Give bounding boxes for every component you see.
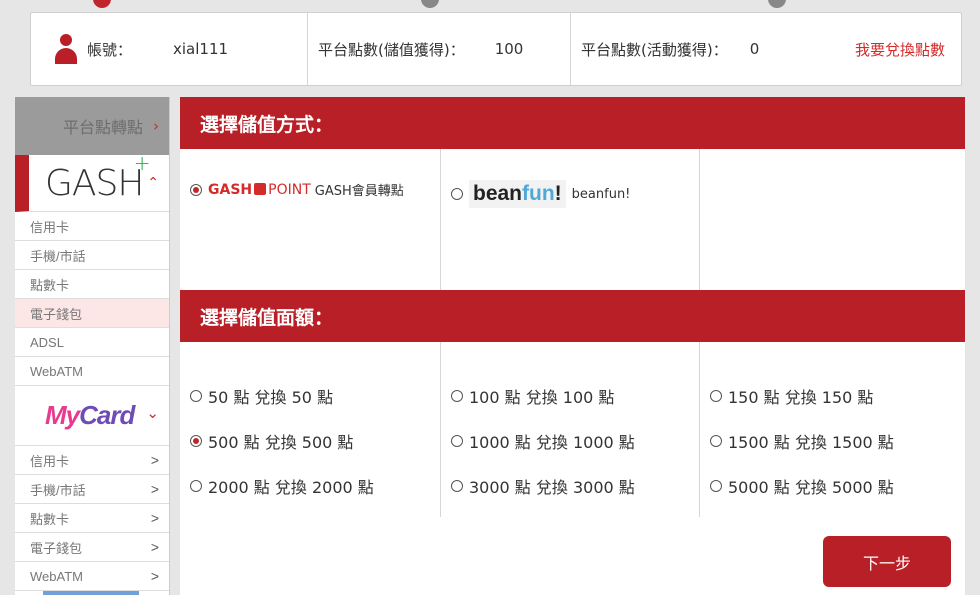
radio[interactable]: [710, 389, 722, 402]
amount-grid: 50 點 兌換 50 點 500 點 兌換 500 點 2000 點 兌換 20…: [180, 342, 965, 517]
amount-column: 150 點 兌換 150 點 1500 點 兌換 1500 點 5000 點 兌…: [700, 342, 965, 517]
event-points-cell: 平台點數(活動獲得)： 0 我要兌換點數: [571, 13, 961, 85]
stored-points-label: 平台點數(儲值獲得)：: [318, 40, 465, 59]
amount-option[interactable]: 1000 點 兌換 1000 點: [451, 418, 699, 463]
amount-option[interactable]: 150 點 兌換 150 點: [710, 373, 965, 418]
amount-section-title: 選擇儲值面額：: [180, 290, 965, 342]
sidebar-item-gash-credit-card[interactable]: 信用卡: [15, 212, 169, 241]
method-cell: GASH POINT GASH會員轉點: [180, 149, 441, 290]
sidebar-item-gash-phone[interactable]: 手機/市話: [15, 241, 169, 270]
stored-points-cell: 平台點數(儲值獲得)： 100: [308, 13, 571, 85]
user-icon: [55, 34, 77, 64]
account-info-bar: 帳號： xial111 平台點數(儲值獲得)： 100 平台點數(活動獲得)： …: [30, 12, 962, 86]
radio[interactable]: [710, 479, 722, 492]
gash-logo: GASH +: [45, 150, 150, 204]
amount-column: 100 點 兌換 100 點 1000 點 兌換 1000 點 3000 點 兌…: [441, 342, 700, 517]
event-points-label: 平台點數(活動獲得)：: [581, 40, 728, 59]
chevron-right-icon: >: [150, 481, 159, 497]
event-points-value: 0: [749, 40, 760, 58]
sidebar: 平台點轉點 › GASH + ⌃ 信用卡 手機/市話 點數卡 電子錢包 ADSL …: [15, 97, 170, 595]
radio[interactable]: [451, 188, 463, 200]
sidebar-item-mycard-point-card[interactable]: 點數卡 >: [15, 504, 169, 533]
chevron-down-icon: ⌄: [146, 404, 159, 422]
step-dot: [421, 0, 439, 8]
radio-selected[interactable]: [190, 434, 202, 447]
method-cell-empty: [700, 149, 965, 290]
radio-selected[interactable]: [190, 183, 202, 196]
method-grid: GASH POINT GASH會員轉點 beanfun! beanfun!: [180, 149, 965, 290]
chevron-up-icon: ⌃: [147, 175, 159, 191]
chevron-right-icon: >: [150, 568, 159, 584]
amount-option[interactable]: 100 點 兌換 100 點: [451, 373, 699, 418]
step-dot: [768, 0, 786, 8]
method-cell: beanfun! beanfun!: [441, 149, 700, 290]
sidebar-group-gash[interactable]: GASH + ⌃: [15, 150, 169, 212]
sidebar-group-mycard[interactable]: MyCard ⌄: [15, 386, 169, 446]
exchange-points-link[interactable]: 我要兌換點數: [855, 39, 945, 60]
sidebar-item-gash-webatm[interactable]: WebATM: [15, 357, 169, 386]
sidebar-item-platform-transfer[interactable]: 平台點轉點 ›: [15, 97, 169, 155]
chevron-right-icon: >: [150, 452, 159, 468]
account-cell: 帳號： xial111: [31, 13, 308, 85]
next-step-button[interactable]: 下一步: [823, 536, 951, 587]
beanfun-logo: beanfun!: [469, 180, 566, 208]
amount-option[interactable]: 1500 點 兌換 1500 點: [710, 418, 965, 463]
next-group-logo-fragment: [43, 591, 139, 595]
sidebar-item-mycard-ewallet[interactable]: 電子錢包 >: [15, 533, 169, 562]
account-value: xial111: [173, 40, 229, 58]
radio[interactable]: [190, 479, 202, 492]
method-section-title: 選擇儲值方式：: [180, 97, 965, 149]
sidebar-header-label: 平台點轉點: [62, 118, 143, 137]
radio[interactable]: [451, 434, 463, 447]
main-panel: 選擇儲值方式： GASH POINT GASH會員轉點 beanfun! bean…: [180, 97, 965, 595]
sidebar-item-gash-adsl[interactable]: ADSL: [15, 328, 169, 357]
stored-points-value: 100: [494, 40, 524, 58]
amount-column: 50 點 兌換 50 點 500 點 兌換 500 點 2000 點 兌換 20…: [180, 342, 441, 517]
method-option-gash[interactable]: GASH POINT GASH會員轉點: [190, 180, 404, 199]
chevron-right-icon: >: [150, 539, 159, 555]
gash-point-logo: GASH POINT: [208, 181, 311, 198]
radio[interactable]: [190, 389, 202, 402]
mycard-logo: MyCard: [45, 400, 135, 430]
account-label: 帳號：: [87, 40, 133, 59]
sidebar-item-gash-point-card[interactable]: 點數卡: [15, 270, 169, 299]
amount-option[interactable]: 3000 點 兌換 3000 點: [451, 463, 699, 508]
amount-option[interactable]: 50 點 兌換 50 點: [190, 373, 440, 418]
radio[interactable]: [451, 479, 463, 492]
chevron-right-icon: ›: [153, 117, 159, 135]
method-label: GASH會員轉點: [314, 184, 404, 199]
sidebar-item-mycard-credit-card[interactable]: 信用卡 >: [15, 446, 169, 475]
method-option-beanfun[interactable]: beanfun! beanfun!: [451, 180, 630, 208]
radio[interactable]: [451, 389, 463, 402]
sidebar-item-gash-ewallet[interactable]: 電子錢包: [15, 299, 169, 328]
sidebar-item-mycard-webatm[interactable]: WebATM >: [15, 562, 169, 591]
amount-option[interactable]: 500 點 兌換 500 點: [190, 418, 440, 463]
amount-option[interactable]: 2000 點 兌換 2000 點: [190, 463, 440, 508]
sidebar-item-mycard-phone[interactable]: 手機/市話 >: [15, 475, 169, 504]
step-dot-active: [93, 0, 111, 8]
radio[interactable]: [710, 434, 722, 447]
chevron-right-icon: >: [150, 510, 159, 526]
method-label: beanfun!: [571, 186, 631, 202]
amount-option[interactable]: 5000 點 兌換 5000 點: [710, 463, 965, 508]
